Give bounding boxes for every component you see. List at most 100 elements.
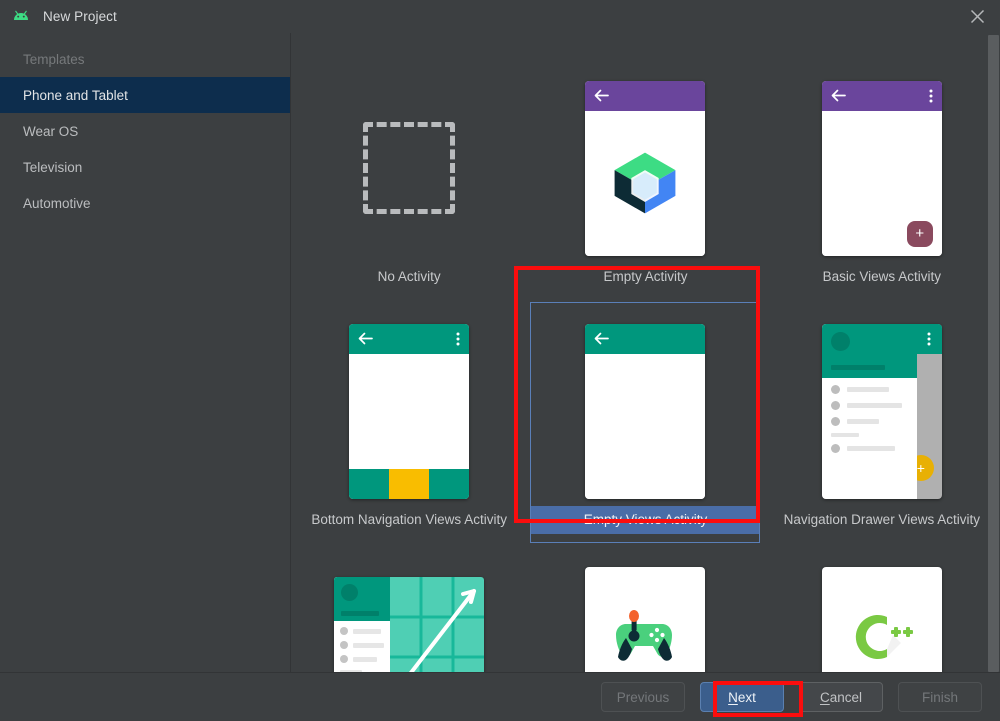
- scrollbar-thumb[interactable]: [988, 35, 999, 672]
- list-item-line: [353, 643, 384, 648]
- template-card-empty-views-activity[interactable]: Empty Views Activity: [530, 316, 760, 559]
- compose-cube-thumbnail: [530, 73, 760, 263]
- phone-preview: +: [822, 81, 942, 256]
- list-item-icon: [340, 641, 348, 649]
- screen-area: [585, 111, 705, 256]
- sidebar-label: Television: [23, 160, 82, 175]
- card-preview: [585, 567, 705, 672]
- cancel-button[interactable]: Cancel: [799, 682, 883, 712]
- dialog-body: Templates Phone and Tablet Wear OS Telev…: [0, 33, 1000, 672]
- back-arrow-icon: [594, 89, 609, 102]
- back-arrow-icon: [831, 89, 846, 102]
- app-bar: [585, 324, 705, 354]
- drawer-header-line: [341, 611, 379, 616]
- app-bar: [349, 324, 469, 354]
- sidebar-item-television[interactable]: Television: [0, 149, 290, 185]
- sidebar-item-wear-os[interactable]: Wear OS: [0, 113, 290, 149]
- template-label: Basic Views Activity: [767, 263, 997, 291]
- overflow-menu-icon: [929, 89, 933, 103]
- screen-area: +: [822, 111, 942, 256]
- list-item-line: [353, 657, 377, 662]
- sidebar-label: Phone and Tablet: [23, 88, 128, 103]
- list-item-icon: [831, 444, 840, 453]
- back-arrow-icon: [594, 332, 609, 345]
- android-robot-icon: [11, 9, 31, 25]
- app-bar: [585, 81, 705, 111]
- template-label: Bottom Navigation Views Activity: [294, 506, 524, 534]
- next-rest: ext: [738, 690, 756, 705]
- phone-preview: +: [822, 324, 942, 499]
- cpp-logo-thumbnail: [767, 559, 997, 672]
- template-card-basic-views-activity[interactable]: + Basic Views Activity: [767, 73, 997, 316]
- new-project-dialog: New Project Templates Phone and Tablet W…: [0, 0, 1000, 721]
- next-button-label: Next: [728, 690, 756, 705]
- template-card-bottom-navigation-views-activity[interactable]: Bottom Navigation Views Activity: [294, 316, 524, 559]
- finish-button[interactable]: Finish: [898, 682, 982, 712]
- bottom-navigation-thumbnail: [294, 316, 524, 506]
- sidebar-label: Automotive: [23, 196, 91, 211]
- back-arrow-icon: [358, 332, 373, 345]
- list-item: [822, 410, 917, 426]
- navigation-drawer-panel: [334, 577, 390, 672]
- list-item-icon: [831, 385, 840, 394]
- sidebar-item-automotive[interactable]: Automotive: [0, 185, 290, 221]
- tablet-preview: [334, 577, 484, 672]
- template-card-navigation-drawer-views-activity[interactable]: +: [767, 316, 997, 559]
- list-item-line: [353, 629, 381, 634]
- list-item-line: [847, 446, 895, 451]
- bottom-navigation-bar: [349, 469, 469, 499]
- bottom-nav-segment: [429, 469, 469, 499]
- empty-views-thumbnail: [530, 316, 760, 506]
- title-bar: New Project: [0, 0, 1000, 33]
- floating-action-button-icon: +: [907, 221, 933, 247]
- phone-preview: [585, 324, 705, 499]
- screen-area: [349, 354, 469, 469]
- window-title: New Project: [43, 9, 117, 24]
- cancel-rest: ancel: [830, 690, 862, 705]
- category-sidebar: Templates Phone and Tablet Wear OS Telev…: [0, 33, 291, 672]
- sidebar-label: Templates: [23, 52, 85, 67]
- next-mnemonic: N: [728, 690, 738, 705]
- screen-area: [585, 354, 705, 499]
- avatar: [341, 584, 358, 601]
- drawer-header: [822, 324, 917, 378]
- grid-overlay: [390, 577, 484, 672]
- cpp-logo-icon: [849, 609, 915, 665]
- vertical-scrollbar[interactable]: [987, 33, 1000, 672]
- template-card-responsive-views-activity[interactable]: Responsive Views Activity: [294, 559, 524, 672]
- list-item-line: [847, 419, 879, 424]
- template-label: No Activity: [294, 263, 524, 291]
- bottom-nav-segment-active: [389, 469, 429, 499]
- overflow-menu-icon: [456, 332, 460, 346]
- phone-preview: [585, 81, 705, 256]
- previous-button[interactable]: Previous: [601, 682, 685, 712]
- dashed-square-icon: [363, 122, 455, 214]
- cancel-mnemonic: C: [820, 690, 830, 705]
- list-item: [822, 437, 917, 453]
- list-item-icon: [340, 655, 348, 663]
- bottom-nav-segment: [349, 469, 389, 499]
- navigation-drawer-thumbnail: +: [767, 316, 997, 506]
- dialog-footer: Previous Next Cancel Finish: [0, 672, 1000, 721]
- phone-preview: [349, 324, 469, 499]
- list-item: [822, 394, 917, 410]
- list-item: [334, 635, 390, 649]
- sidebar-item-phone-and-tablet[interactable]: Phone and Tablet: [0, 77, 290, 113]
- list-item-line: [847, 387, 889, 392]
- template-label: Navigation Drawer Views Activity: [767, 506, 997, 534]
- drawer-header: [334, 577, 390, 621]
- dashed-placeholder-thumbnail: [294, 73, 524, 263]
- template-card-game-activity[interactable]: Game Activity: [530, 559, 760, 672]
- navigation-drawer-panel: [822, 324, 917, 499]
- cancel-button-label: Cancel: [820, 690, 862, 705]
- previous-button-label: Previous: [617, 690, 670, 705]
- template-card-native-cpp[interactable]: Native C++: [767, 559, 997, 672]
- next-button[interactable]: Next: [700, 682, 784, 712]
- app-bar-right: [917, 324, 942, 354]
- list-item: [334, 649, 390, 663]
- game-controller-icon: [614, 610, 676, 664]
- close-icon[interactable]: [954, 0, 1000, 33]
- template-card-empty-activity[interactable]: Empty Activity: [530, 73, 760, 316]
- jetpack-compose-icon: [607, 145, 683, 221]
- template-card-no-activity[interactable]: No Activity: [294, 73, 524, 316]
